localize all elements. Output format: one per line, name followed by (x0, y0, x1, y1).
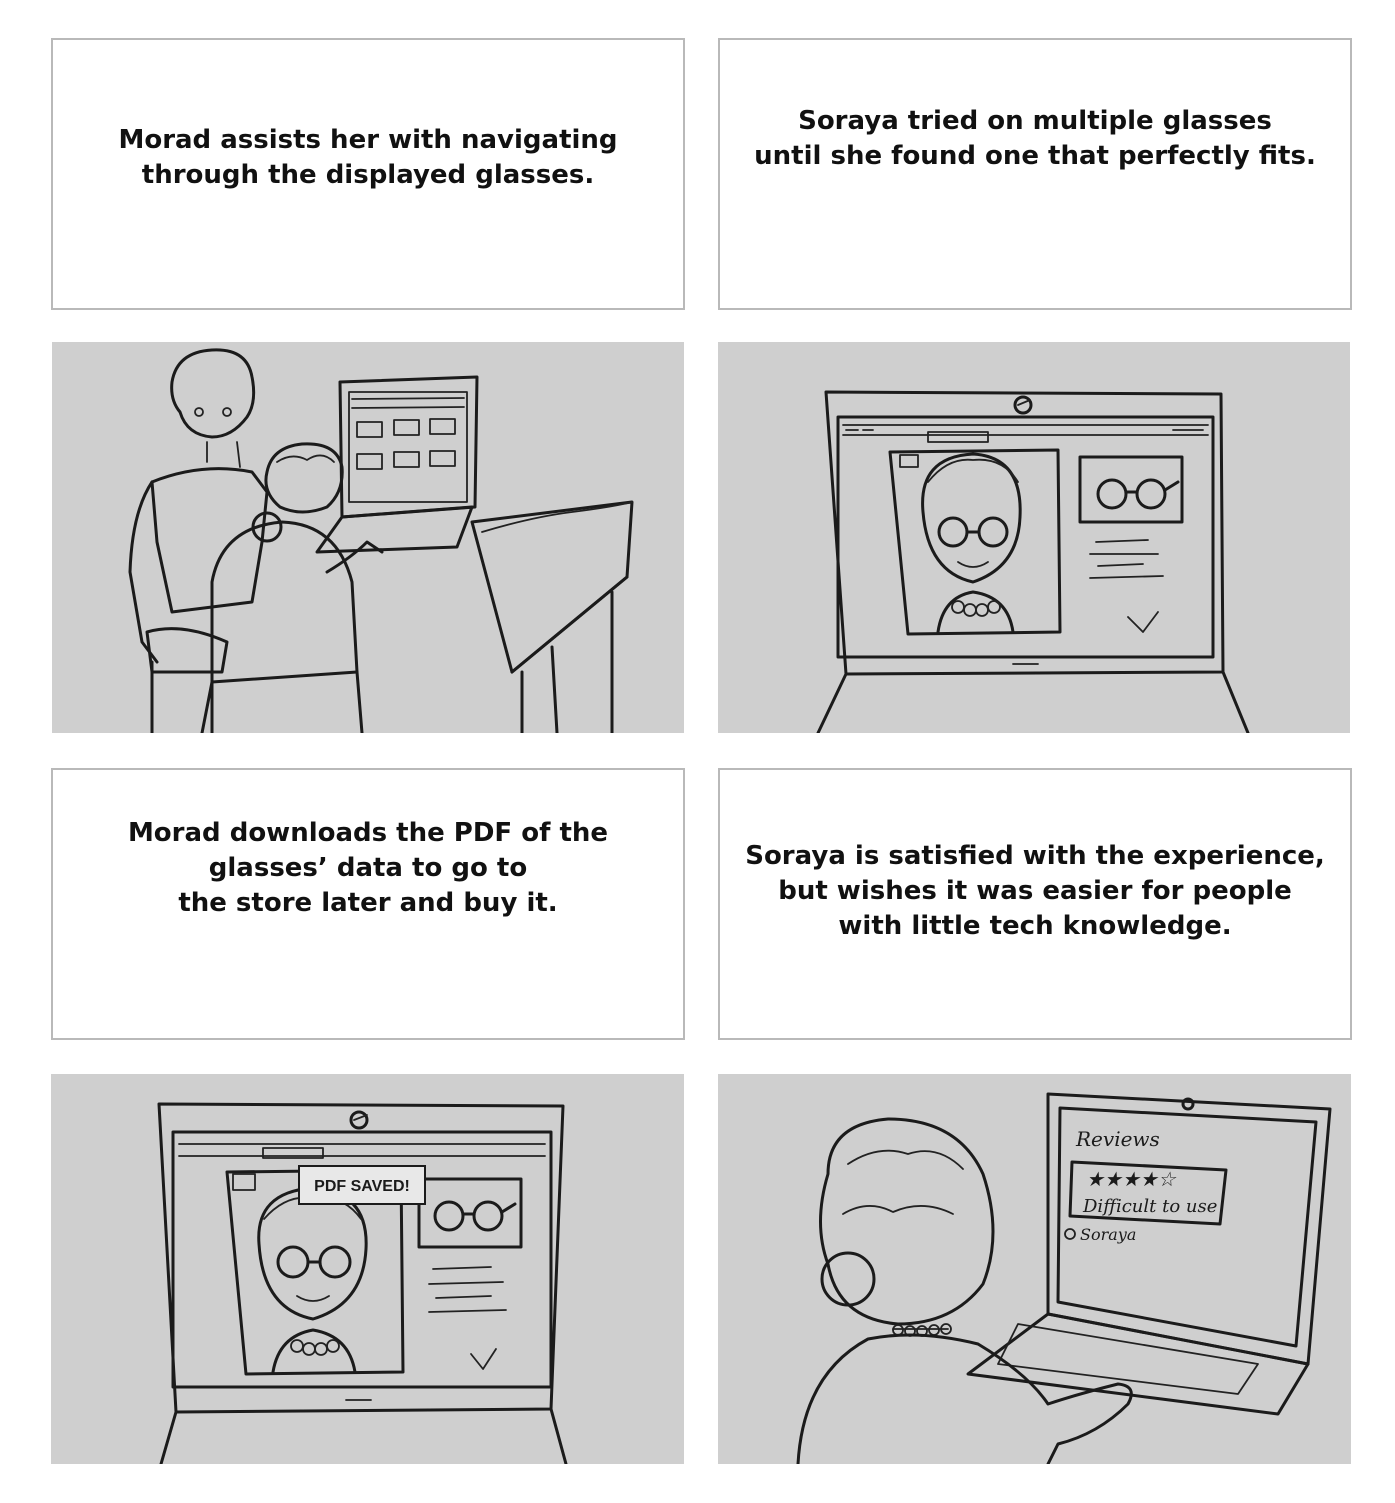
sketch-illustration-4: Reviews ★★★★☆ Difficult to use Soraya (796, 1092, 1332, 1464)
sketch-pdf-saved: PDF SAVED! (51, 1074, 684, 1464)
caption-box-3: Morad downloads the PDF of the glasses’ … (51, 768, 685, 1040)
sketch-morad-assisting (52, 342, 684, 733)
sketch-illustration-3: PDF SAVED! (157, 1102, 568, 1464)
sketch-illustration-1 (128, 348, 634, 733)
caption-text-4: Soraya is satisfied with the experience,… (745, 841, 1325, 941)
reviews-title: Reviews (1075, 1127, 1160, 1151)
caption-box-4: Soraya is satisfied with the experience,… (718, 768, 1352, 1040)
caption-box-2: Soraya tried on multiple glasses until s… (718, 38, 1352, 310)
caption-text-3: Morad downloads the PDF of the glasses’ … (127, 818, 609, 918)
caption-text-2: Soraya tried on multiple glasses until s… (754, 106, 1316, 171)
star-rating-icon: ★★★★☆ (1086, 1167, 1177, 1191)
pdf-saved-popup-text: PDF SAVED! (314, 1178, 410, 1195)
sketch-illustration-2 (816, 390, 1250, 733)
caption-box-1: Morad assists her with navigating throug… (51, 38, 685, 310)
sketch-try-on-glasses (718, 342, 1350, 733)
sketch-leaving-review: Reviews ★★★★☆ Difficult to use Soraya (718, 1074, 1351, 1464)
reviewer-name: Soraya (1080, 1225, 1136, 1244)
caption-text-1: Morad assists her with navigating throug… (118, 125, 618, 190)
review-comment-text: Difficult to use (1082, 1196, 1217, 1217)
